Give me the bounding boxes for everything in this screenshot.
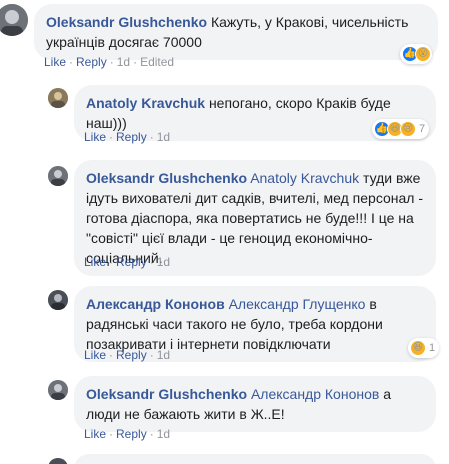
like-link[interactable]: Like: [84, 348, 106, 362]
avatar[interactable]: [48, 166, 68, 186]
reply-link[interactable]: Reply: [116, 255, 147, 269]
timestamp[interactable]: 1d: [157, 255, 170, 269]
reply-link[interactable]: Reply: [116, 130, 147, 144]
like-link[interactable]: Like: [44, 55, 66, 69]
avatar[interactable]: [48, 88, 68, 108]
like-link[interactable]: Like: [84, 427, 106, 441]
comment-actions: Like · Reply · 1d: [84, 427, 171, 441]
comment-author[interactable]: Oleksandr Glushchenko: [86, 386, 247, 402]
avatar[interactable]: [48, 380, 68, 400]
profile-photo-icon: [48, 458, 68, 464]
comment-2: Anatoly Kravchuk непогано, скоро Краків …: [0, 80, 449, 150]
comment-actions: Like · Reply · 1d: [84, 130, 171, 144]
mention-link[interactable]: Александр Глущенко: [229, 296, 366, 312]
profile-photo-icon: [48, 166, 68, 186]
reaction-summary[interactable]: 👍 😮: [400, 44, 432, 64]
reaction-count: 1: [429, 342, 436, 354]
like-link[interactable]: Like: [84, 130, 106, 144]
comment-author[interactable]: Oleksandr Glushchenko: [46, 14, 207, 30]
comment-4: Александр Кононов Александр Глущенко в р…: [0, 282, 449, 372]
reaction-summary[interactable]: 👍 😆 😢 7: [372, 119, 430, 139]
comment-actions: Like · Reply · 1d: [84, 348, 171, 362]
comment-author[interactable]: Anatoly Kravchuk: [86, 95, 205, 111]
mention-link[interactable]: Александр Кононов: [251, 386, 379, 402]
timestamp[interactable]: 1d: [157, 348, 170, 362]
edited-label[interactable]: Edited: [140, 55, 174, 69]
profile-photo-icon: [48, 88, 68, 108]
comment-6-partial: [0, 452, 449, 464]
comment-author[interactable]: Александр Кононов: [86, 296, 225, 312]
comment-bubble: [74, 454, 436, 464]
profile-photo-icon: [48, 380, 68, 400]
reply-link[interactable]: Reply: [76, 55, 107, 69]
profile-photo-icon: [0, 4, 28, 36]
reaction-count: 7: [419, 123, 426, 135]
avatar[interactable]: [0, 4, 28, 36]
sad-icon: 😢: [400, 121, 416, 137]
comment-bubble: Oleksandr Glushchenko Кажуть, у Кракові,…: [34, 4, 438, 60]
like-link[interactable]: Like: [84, 255, 106, 269]
comment-bubble: Oleksandr Glushchenko Александр Кононов …: [74, 376, 436, 432]
comment-actions: Like · Reply · 1d · Edited: [44, 55, 175, 69]
timestamp[interactable]: 1d: [157, 427, 170, 441]
profile-photo-icon: [48, 290, 68, 310]
comment-author[interactable]: Oleksandr Glushchenko: [86, 170, 247, 186]
wow-icon: 😮: [415, 46, 431, 62]
timestamp[interactable]: 1d: [117, 55, 130, 69]
comment-1: Oleksandr Glushchenko Кажуть, у Кракові,…: [0, 0, 449, 72]
reply-link[interactable]: Reply: [116, 427, 147, 441]
timestamp[interactable]: 1d: [157, 130, 170, 144]
reaction-summary[interactable]: 😆 1: [408, 338, 440, 358]
avatar[interactable]: [48, 290, 68, 310]
comment-5: Oleksandr Glushchenko Александр Кононов …: [0, 372, 449, 444]
comment-3: Oleksandr Glushchenko Anatoly Kravchuk т…: [0, 156, 449, 276]
reply-link[interactable]: Reply: [116, 348, 147, 362]
comment-actions: Like · Reply · 1d: [84, 255, 171, 269]
laugh-icon: 😆: [410, 340, 426, 356]
mention-link[interactable]: Anatoly Kravchuk: [250, 170, 359, 186]
avatar[interactable]: [48, 458, 68, 464]
